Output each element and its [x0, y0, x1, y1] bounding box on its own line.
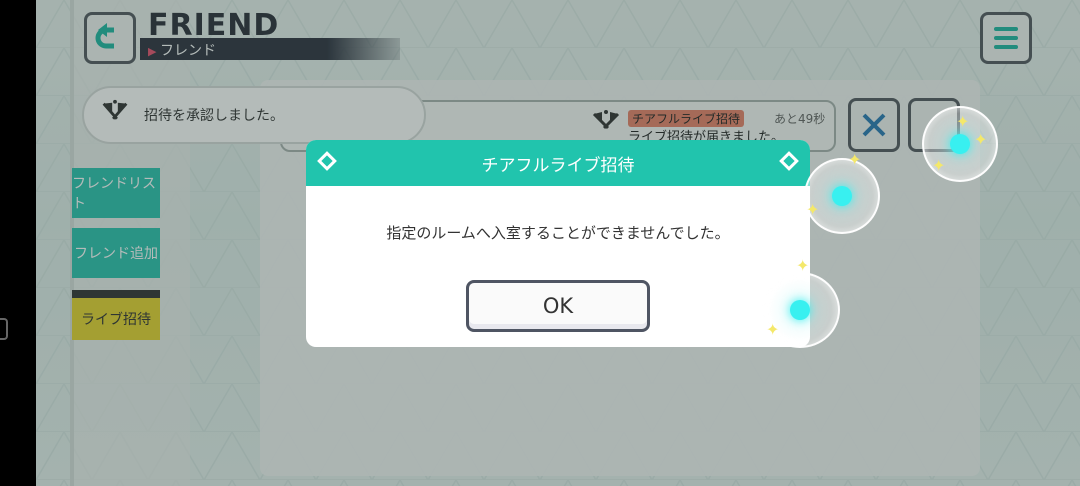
sparkle-icon: ✦ [848, 150, 862, 169]
dialog-message: 指定のルームへ入室することができませんでした。 [386, 224, 730, 242]
error-dialog: チアフルライブ招待 指定のルームへ入室することができませんでした。 OK [306, 140, 810, 347]
game-scene: FRIEND ▶ フレンド フレンドリスト フレンド追加 ライブ招待 チアフルラ… [36, 0, 1080, 486]
diamond-icon [779, 151, 799, 171]
sparkle-icon: ✦ [956, 112, 970, 131]
device-bezel [0, 0, 36, 486]
diamond-icon [317, 151, 337, 171]
sparkle-bubble [804, 158, 880, 234]
sparkle-icon: ✦ [932, 156, 946, 175]
ok-button[interactable]: OK [466, 280, 650, 332]
sparkle-icon: ✦ [766, 320, 780, 339]
sparkle-icon: ✦ [806, 200, 820, 219]
sparkle-icon: ✦ [796, 256, 810, 275]
dialog-title: チアフルライブ招待 [481, 155, 635, 176]
ok-button-label: OK [542, 294, 574, 318]
bezel-button [0, 318, 8, 340]
dialog-header: チアフルライブ招待 [306, 140, 810, 186]
sparkle-icon: ✦ [974, 130, 988, 149]
